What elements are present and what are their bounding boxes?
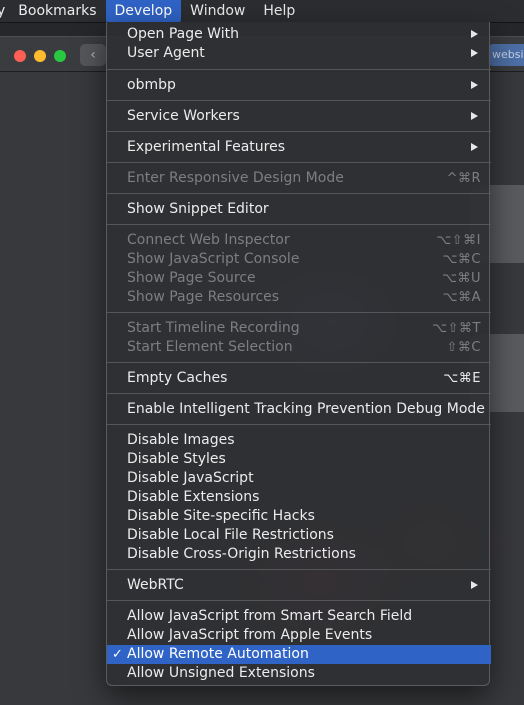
menu-item-obmbp[interactable]: obmbp [107, 76, 491, 95]
menu-item-allow-unsigned-extensions[interactable]: Allow Unsigned Extensions [107, 664, 491, 683]
menu-item-label: Open Page With [127, 26, 239, 42]
menu-item-label: Disable Cross-Origin Restrictions [127, 546, 356, 562]
menu-item-label: WebRTC [127, 577, 184, 593]
menu-separator [107, 224, 491, 225]
menu-bar: y Bookmarks Develop Window Help [0, 0, 524, 23]
minimize-window-button[interactable] [34, 50, 46, 62]
menu-item-show-snippet-editor[interactable]: Show Snippet Editor [107, 200, 491, 219]
menu-item-webrtc[interactable]: WebRTC [107, 576, 491, 595]
menu-item-label: Service Workers [127, 108, 240, 124]
menu-item-label: Start Timeline Recording [127, 320, 300, 336]
menu-item-disable-images[interactable]: Disable Images [107, 431, 491, 450]
menu-item-label: Experimental Features [127, 139, 286, 155]
menu-item-shortcut: ⌥⌘E [443, 371, 481, 386]
menu-item-label: Show Page Resources [127, 289, 280, 305]
menu-item-shortcut: ⌥⌘C [442, 252, 481, 267]
menu-item-allow-js-smart-search[interactable]: Allow JavaScript from Smart Search Field [107, 607, 491, 626]
menu-separator [107, 193, 491, 194]
menu-separator [107, 100, 491, 101]
checkmark-icon: ✓ [112, 647, 123, 662]
back-button[interactable]: ‹ [80, 44, 106, 66]
menu-item-allow-remote-automation[interactable]: ✓ Allow Remote Automation [107, 645, 491, 664]
menu-separator [107, 312, 491, 313]
menu-item-label: Disable Extensions [127, 489, 260, 505]
menu-item-experimental-features[interactable]: Experimental Features [107, 138, 491, 157]
menu-item-label: Disable Site-specific Hacks [127, 508, 315, 524]
submenu-arrow-icon [471, 49, 478, 57]
menu-item-label: Enter Responsive Design Mode [127, 170, 344, 186]
menu-item-label: Empty Caches [127, 370, 228, 386]
menu-item-user-agent[interactable]: User Agent [107, 44, 491, 63]
menu-item-responsive-design-mode[interactable]: Enter Responsive Design Mode ^⌘R [107, 169, 491, 188]
menu-item-label: Start Element Selection [127, 339, 293, 355]
menu-item-shortcut: ⌥⌘A [442, 290, 481, 305]
menu-item-open-page-with[interactable]: Open Page With [107, 25, 491, 44]
menu-item-label: Show Page Source [127, 270, 256, 286]
menu-separator [107, 424, 491, 425]
menu-item-label: Allow JavaScript from Smart Search Field [127, 608, 413, 624]
menu-item-label: Connect Web Inspector [127, 232, 290, 248]
menu-item-label: Show JavaScript Console [127, 251, 300, 267]
menu-item-empty-caches[interactable]: Empty Caches ⌥⌘E [107, 369, 491, 388]
menu-item-label: Allow JavaScript from Apple Events [127, 627, 373, 643]
menu-item-shortcut: ⌥⇧⌘I [436, 233, 481, 248]
zoom-window-button[interactable] [54, 50, 66, 62]
menu-separator [107, 569, 491, 570]
submenu-arrow-icon [471, 81, 478, 89]
menu-separator [107, 162, 491, 163]
chevron-left-icon: ‹ [90, 47, 96, 63]
menu-item-label: obmbp [127, 77, 176, 93]
menubar-item-help[interactable]: Help [254, 0, 304, 22]
menu-item-shortcut: ⌥⌘U [442, 271, 481, 286]
menu-item-label: Allow Unsigned Extensions [127, 665, 315, 681]
menu-separator [107, 600, 491, 601]
menu-item-start-element-selection[interactable]: Start Element Selection ⇧⌘C [107, 338, 491, 357]
menubar-item-develop[interactable]: Develop [105, 0, 182, 22]
menu-item-service-workers[interactable]: Service Workers [107, 107, 491, 126]
menu-item-itp-debug-mode[interactable]: Enable Intelligent Tracking Prevention D… [107, 400, 491, 419]
menu-item-start-timeline-recording[interactable]: Start Timeline Recording ⌥⇧⌘T [107, 319, 491, 338]
menu-item-disable-extensions[interactable]: Disable Extensions [107, 488, 491, 507]
menu-item-label: Enable Intelligent Tracking Prevention D… [127, 401, 485, 417]
menu-item-disable-styles[interactable]: Disable Styles [107, 450, 491, 469]
menu-item-disable-site-specific-hacks[interactable]: Disable Site-specific Hacks [107, 507, 491, 526]
menu-item-show-javascript-console[interactable]: Show JavaScript Console ⌥⌘C [107, 250, 491, 269]
menu-item-show-page-resources[interactable]: Show Page Resources ⌥⌘A [107, 288, 491, 307]
menu-item-shortcut: ^⌘R [446, 171, 481, 186]
menu-item-shortcut: ⇧⌘C [446, 340, 481, 355]
menu-item-disable-javascript[interactable]: Disable JavaScript [107, 469, 491, 488]
submenu-arrow-icon [471, 581, 478, 589]
menubar-item-history[interactable]: y [0, 0, 9, 22]
menu-item-label: Disable JavaScript [127, 470, 254, 486]
menu-item-label: Disable Images [127, 432, 235, 448]
close-window-button[interactable] [14, 50, 26, 62]
menu-item-disable-local-file-restrictions[interactable]: Disable Local File Restrictions [107, 526, 491, 545]
menu-item-show-page-source[interactable]: Show Page Source ⌥⌘U [107, 269, 491, 288]
submenu-arrow-icon [471, 112, 478, 120]
menu-separator [107, 131, 491, 132]
menubar-item-bookmarks[interactable]: Bookmarks [9, 0, 105, 22]
menu-item-label: Disable Local File Restrictions [127, 527, 334, 543]
submenu-arrow-icon [471, 30, 478, 38]
menubar-item-window[interactable]: Window [181, 0, 254, 22]
menu-item-label: Disable Styles [127, 451, 226, 467]
menu-item-label: Allow Remote Automation [127, 646, 309, 662]
menu-item-disable-cross-origin-restrictions[interactable]: Disable Cross-Origin Restrictions [107, 545, 491, 564]
menu-item-shortcut: ⌥⇧⌘T [432, 321, 481, 336]
develop-menu: Open Page With User Agent obmbp Service … [106, 22, 491, 686]
menu-item-connect-web-inspector[interactable]: Connect Web Inspector ⌥⇧⌘I [107, 231, 491, 250]
menu-separator [107, 69, 491, 70]
submenu-arrow-icon [471, 143, 478, 151]
menu-separator [107, 393, 491, 394]
address-bar[interactable]: websi [488, 44, 524, 66]
menu-item-label: Show Snippet Editor [127, 201, 269, 217]
menu-item-label: User Agent [127, 45, 205, 61]
menu-item-allow-js-apple-events[interactable]: Allow JavaScript from Apple Events [107, 626, 491, 645]
menu-separator [107, 362, 491, 363]
